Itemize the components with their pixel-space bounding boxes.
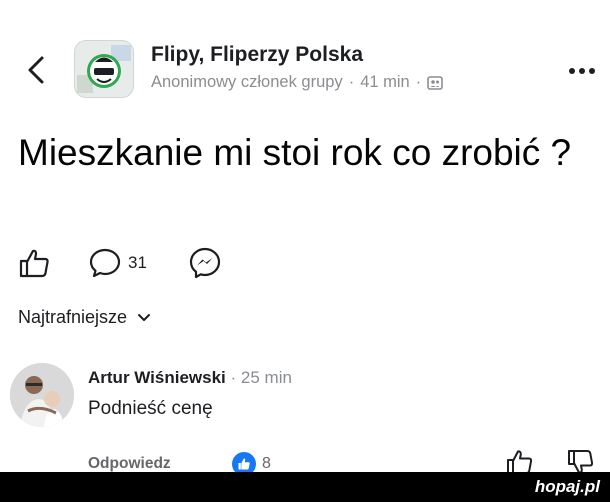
- post-author[interactable]: Anonimowy członek grupy: [151, 73, 343, 92]
- comment-separator: ·: [230, 368, 237, 387]
- chevron-down-icon: [138, 313, 151, 321]
- comment-text: Podnieść cenę: [88, 398, 213, 419]
- commenter-avatar[interactable]: [10, 363, 74, 427]
- watermark-bar: [0, 472, 610, 502]
- reaction-count: 8: [262, 455, 271, 472]
- comment-header: Artur Wiśniewski · 25 min: [88, 368, 292, 388]
- like-button[interactable]: [18, 246, 52, 280]
- avatar-photo-icon: [10, 363, 74, 427]
- comment-button[interactable]: 31: [88, 246, 147, 280]
- post-text: Mieszkanie mi stoi rok co zrobić ?: [18, 132, 572, 173]
- messenger-share-button[interactable]: [188, 246, 222, 280]
- comment-bubble-icon: [89, 248, 121, 278]
- more-options-button[interactable]: [566, 63, 598, 79]
- group-audience-icon: [427, 75, 444, 90]
- comment-sort-button[interactable]: Najtrafniejsze: [18, 307, 153, 328]
- comment-count: 31: [128, 253, 147, 272]
- chevron-left-icon: [28, 56, 44, 84]
- meta-separator: ·: [415, 73, 422, 91]
- comment-author[interactable]: Artur Wiśniewski: [88, 368, 226, 387]
- post-meta: Anonimowy członek grupy · 41 min ·: [151, 73, 444, 92]
- more-dots-icon: [569, 68, 595, 74]
- group-logo-icon: [75, 41, 133, 97]
- post-time[interactable]: 41 min: [360, 73, 410, 92]
- group-avatar[interactable]: [74, 40, 134, 98]
- thumbs-up-icon: [19, 249, 49, 278]
- watermark: hopaj.pl: [534, 477, 600, 496]
- reply-button[interactable]: Odpowiedz: [88, 455, 171, 473]
- messenger-icon: [189, 247, 221, 279]
- sort-label: Najtrafniejsze: [18, 307, 128, 327]
- meta-separator: ·: [348, 73, 355, 91]
- group-name[interactable]: Flipy, Fliperzy Polska: [151, 43, 363, 67]
- comment-time[interactable]: 25 min: [241, 368, 292, 387]
- back-button[interactable]: [20, 50, 54, 90]
